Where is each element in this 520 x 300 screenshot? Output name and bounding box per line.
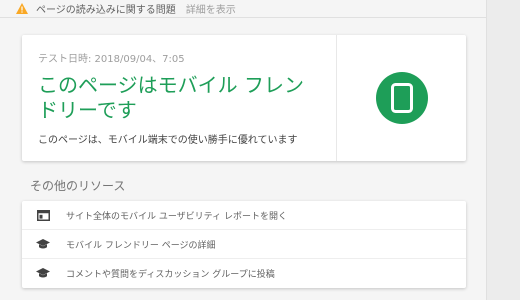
warning-icon bbox=[16, 3, 28, 14]
result-subtitle: このページは、モバイル端末での使い勝手に優れています bbox=[38, 135, 298, 146]
issue-text: ページの読み込みに関する問題 bbox=[36, 5, 176, 16]
resource-item-discussion-group[interactable]: コメントや質問をディスカッション グループに投稿 bbox=[22, 259, 466, 288]
result-card: テスト日時: 2018/09/04、7:05 このページはモバイル フレンドリー… bbox=[22, 35, 466, 161]
test-date: テスト日時: 2018/09/04、7:05 bbox=[38, 54, 185, 65]
resource-item-label: モバイル フレンドリー ページの詳細 bbox=[66, 240, 216, 251]
main-content: ページの読み込みに関する問題 詳細を表示 テスト日時: 2018/09/04、7… bbox=[0, 0, 486, 300]
result-status-area bbox=[337, 35, 466, 161]
other-resources-heading: その他のリソース bbox=[30, 179, 126, 193]
resource-item-label: コメントや質問をディスカッション グループに投稿 bbox=[66, 270, 275, 280]
result-text-area: テスト日時: 2018/09/04、7:05 このページはモバイル フレンドリー… bbox=[22, 35, 336, 161]
right-side-panel bbox=[486, 0, 520, 300]
resource-item-label: サイト全体のモバイル ユーザビリティ レポートを開く bbox=[66, 211, 288, 222]
mobile-phone-icon bbox=[375, 72, 428, 124]
result-title: このページはモバイル フレンドリーです bbox=[38, 73, 304, 122]
graduation-cap-icon bbox=[36, 238, 50, 250]
resource-item-mobile-friendly-details[interactable]: モバイル フレンドリー ページの詳細 bbox=[22, 230, 466, 259]
page-loading-issue-bar: ページの読み込みに関する問題 詳細を表示 bbox=[0, 0, 486, 18]
graduation-cap-icon bbox=[36, 268, 50, 280]
view-details-link[interactable]: 詳細を表示 bbox=[186, 1, 236, 16]
report-window-icon bbox=[36, 209, 50, 221]
resource-item-usability-report[interactable]: サイト全体のモバイル ユーザビリティ レポートを開く bbox=[22, 201, 466, 230]
resource-list: サイト全体のモバイル ユーザビリティ レポートを開く モバイル フレンドリー ペ… bbox=[22, 201, 466, 288]
